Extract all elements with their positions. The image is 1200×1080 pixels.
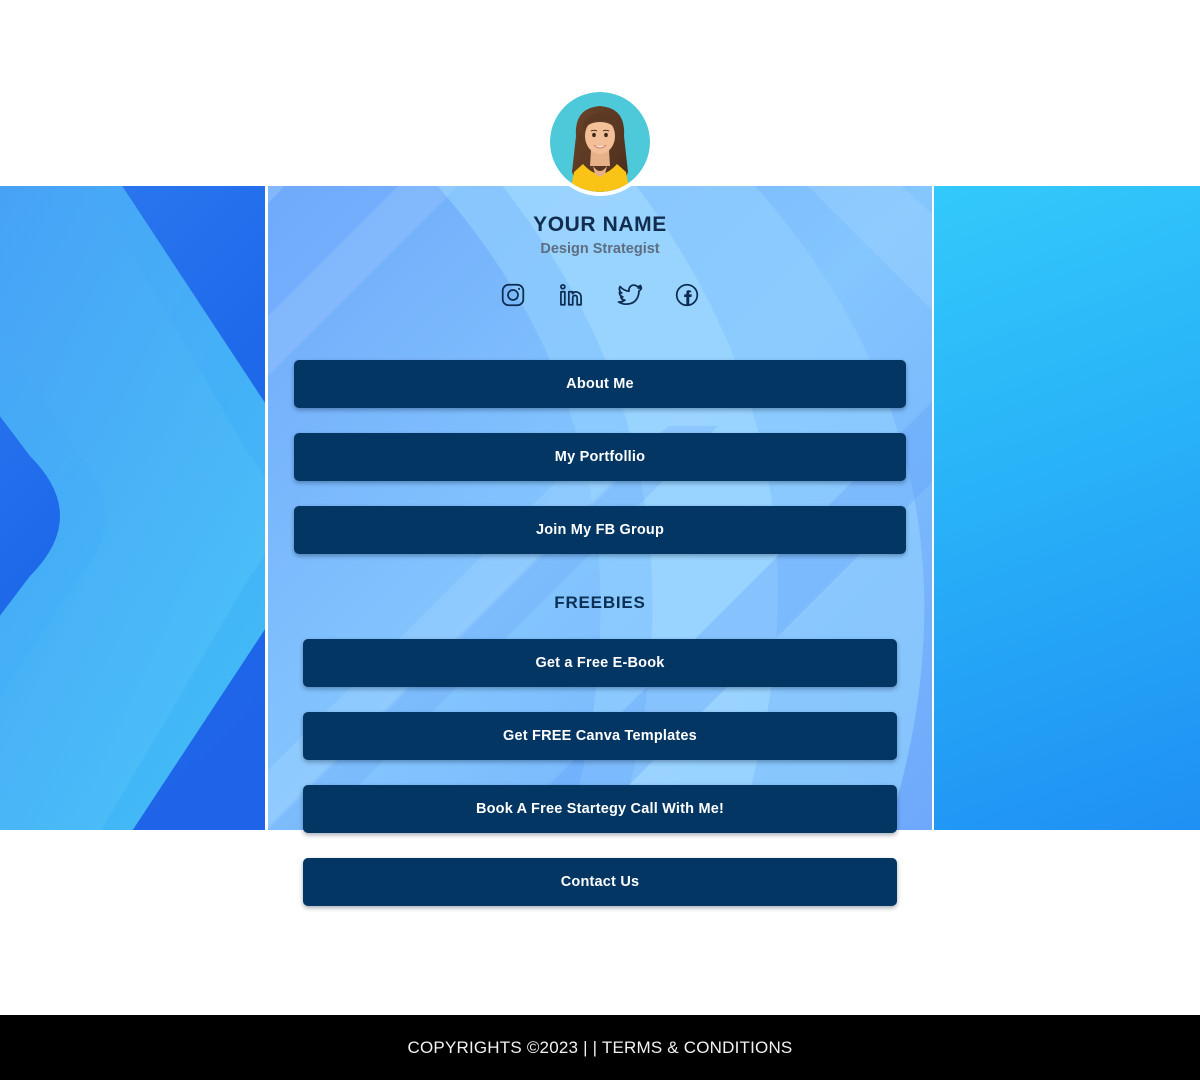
my-portfolio-button[interactable]: My Portfollio — [294, 433, 906, 481]
page-content: YOUR NAME Design Strategist About Me My … — [0, 0, 1200, 1015]
free-canva-templates-button[interactable]: Get FREE Canva Templates — [303, 712, 897, 760]
landing-page: YOUR NAME Design Strategist About Me My … — [0, 0, 1200, 1080]
avatar-image — [550, 92, 650, 192]
linkedin-icon[interactable] — [554, 278, 588, 312]
freebies-heading: FREEBIES — [554, 593, 646, 612]
profile-role: Design Strategist — [540, 241, 660, 257]
footer: COPYRIGHTS ©2023 | | TERMS & CONDITIONS … — [0, 1015, 1200, 1080]
about-me-button[interactable]: About Me — [294, 360, 906, 408]
book-strategy-call-button[interactable]: Book A Free Startegy Call With Me! — [303, 785, 897, 833]
avatar — [550, 92, 650, 192]
copyright-text[interactable]: COPYRIGHTS ©2023 | | TERMS & CONDITIONS — [0, 1038, 1200, 1058]
free-ebook-button[interactable]: Get a Free E-Book — [303, 639, 897, 687]
join-fb-group-button[interactable]: Join My FB Group — [294, 506, 906, 554]
page-title: YOUR NAME — [533, 213, 667, 236]
contact-us-button[interactable]: Contact Us — [303, 858, 897, 906]
facebook-icon[interactable] — [670, 278, 704, 312]
instagram-icon[interactable] — [496, 278, 530, 312]
profile-portrait-illustration — [550, 92, 650, 192]
social-links — [0, 278, 1200, 312]
twitter-icon[interactable] — [612, 278, 646, 312]
